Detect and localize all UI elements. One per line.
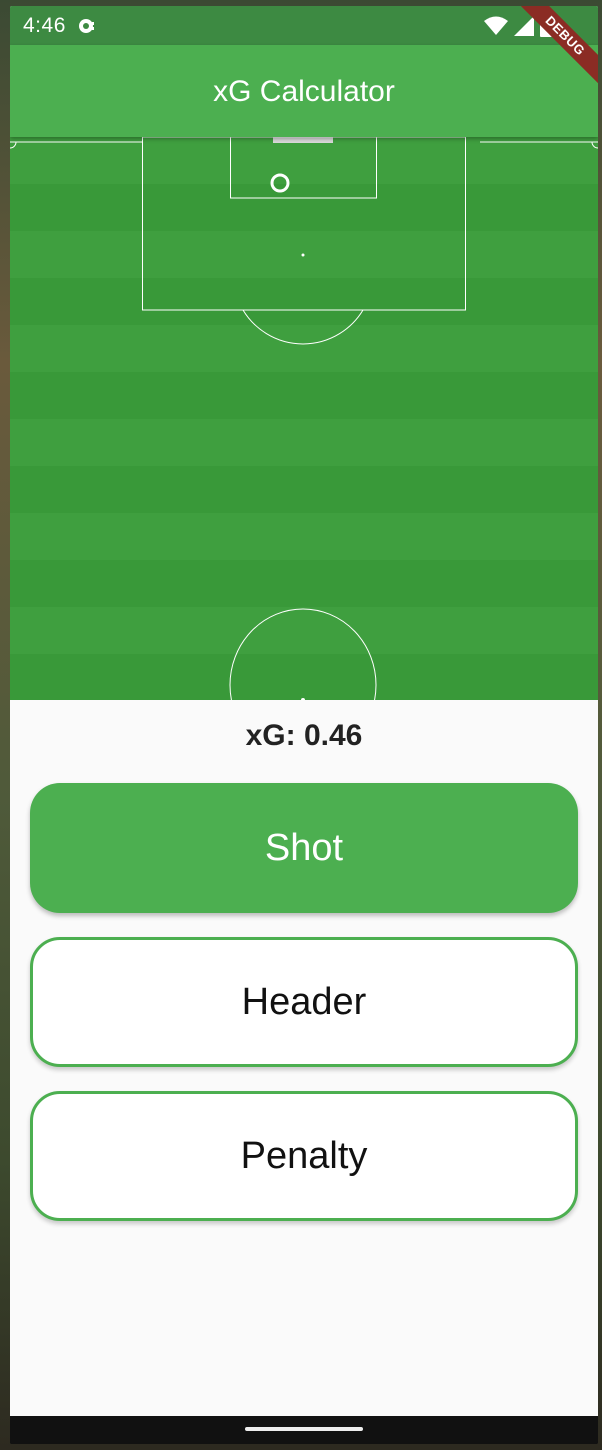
corner-arc-right	[591, 141, 598, 149]
status-bar: 4:46 DEBUG	[10, 6, 598, 97]
sync-icon	[78, 17, 94, 33]
centre-circle	[229, 608, 377, 700]
wifi-icon	[484, 16, 508, 42]
page-title: xG Calculator	[213, 75, 395, 108]
shot-location-marker	[270, 173, 290, 193]
xg-value: xG: 0.46	[245, 719, 363, 752]
penalty-area	[142, 137, 466, 311]
penalty-arc	[242, 309, 364, 345]
pitch-markings	[10, 137, 598, 700]
corner-arc-left	[10, 141, 17, 149]
header-button[interactable]: Header	[30, 937, 578, 1067]
penalty-spot	[301, 253, 305, 257]
football-pitch[interactable]	[10, 137, 598, 700]
six-yard-box	[230, 137, 377, 199]
goal-mouth	[273, 137, 333, 143]
system-nav-bar	[10, 1416, 598, 1444]
app-bar: xG Calculator	[10, 45, 598, 137]
cell-signal-icon	[514, 16, 534, 42]
home-indicator[interactable]	[245, 1427, 363, 1431]
device-frame: 4:46 DEBUG xG Calculator xG: 0.46 Shot H…	[10, 6, 598, 1444]
centre-spot	[301, 698, 305, 700]
shot-button[interactable]: Shot	[30, 783, 578, 913]
app-screen: 4:46 DEBUG xG Calculator xG: 0.46 Shot H…	[10, 6, 598, 1416]
status-time: 4:46	[23, 14, 66, 37]
penalty-button[interactable]: Penalty	[30, 1091, 578, 1221]
